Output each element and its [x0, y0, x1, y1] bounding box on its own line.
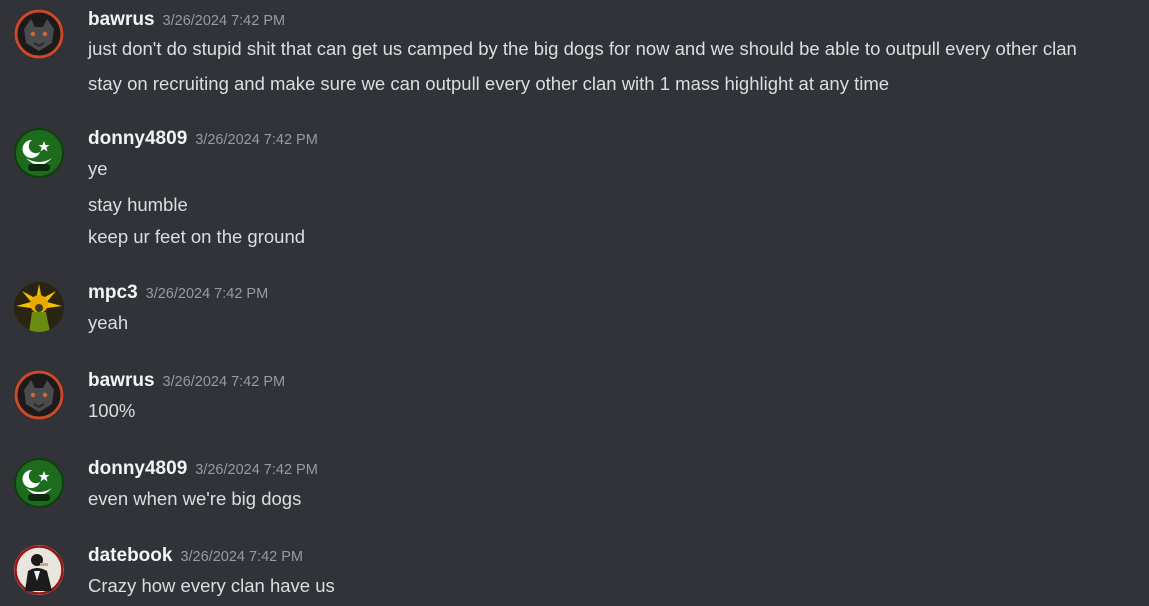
message-text: yeah	[88, 312, 129, 333]
message-text: ye	[88, 158, 108, 179]
timestamp: 3/26/2024 7:42 PM	[180, 549, 303, 565]
message-header: mpc3 3/26/2024 7:42 PM	[88, 282, 268, 306]
yellow-sunburst-avatar-icon[interactable]	[14, 282, 64, 332]
username[interactable]: bawrus	[88, 9, 155, 30]
message-header: bawrus 3/26/2024 7:42 PM	[88, 9, 285, 33]
message-text: stay on recruiting and make sure we can …	[88, 73, 890, 94]
dark-dog-avatar-icon[interactable]	[14, 370, 64, 420]
message-header: datebook 3/26/2024 7:42 PM	[88, 545, 303, 569]
message-text: just don't do stupid shit that can get u…	[88, 38, 1077, 59]
suited-man-avatar-icon[interactable]	[14, 545, 64, 595]
message-header: donny4809 3/26/2024 7:42 PM	[88, 128, 318, 152]
timestamp: 3/26/2024 7:42 PM	[162, 13, 286, 29]
username[interactable]: datebook	[88, 545, 172, 566]
dark-dog-avatar-icon[interactable]	[14, 9, 64, 59]
message-text: Crazy how every clan have us	[88, 575, 335, 596]
timestamp: 3/26/2024 7:42 PM	[195, 462, 318, 478]
username[interactable]: bawrus	[88, 370, 155, 391]
username[interactable]: donny4809	[88, 128, 187, 149]
timestamp: 3/26/2024 7:42 PM	[195, 132, 318, 148]
timestamp: 3/26/2024 7:42 PM	[162, 374, 286, 390]
green-crescent-star-avatar-icon[interactable]	[14, 128, 64, 178]
message-text: 100%	[88, 400, 136, 421]
chat-message-list: bawrus 3/26/2024 7:42 PM just don't do st…	[0, 0, 1149, 606]
green-crescent-star-avatar-icon[interactable]	[14, 458, 64, 508]
username[interactable]: mpc3	[88, 282, 138, 303]
timestamp: 3/26/2024 7:42 PM	[145, 286, 269, 302]
message-text: stay humble	[88, 194, 188, 215]
message-header: bawrus 3/26/2024 7:42 PM	[88, 370, 285, 394]
message-text: keep ur feet on the ground	[88, 226, 306, 247]
message-text: even when we're big dogs	[88, 488, 302, 509]
username[interactable]: donny4809	[88, 458, 187, 479]
message-header: donny4809 3/26/2024 7:42 PM	[88, 458, 318, 482]
